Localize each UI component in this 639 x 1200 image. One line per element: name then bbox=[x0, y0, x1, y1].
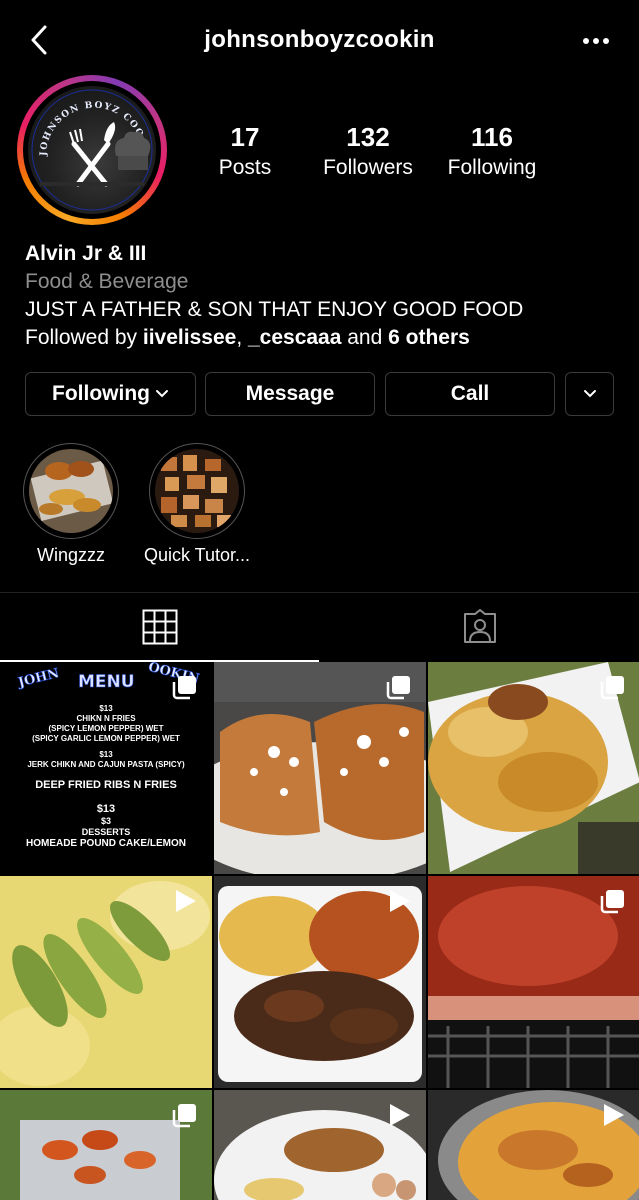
stat-following[interactable]: 116 Following bbox=[427, 120, 557, 182]
followed-by[interactable]: Followed by iivelissee, _cescaaa and 6 o… bbox=[25, 324, 625, 352]
carousel-icon bbox=[600, 890, 624, 914]
bio-text: JUST A FATHER & SON THAT ENJOY GOOD FOOD bbox=[25, 298, 524, 321]
post-platter[interactable] bbox=[214, 876, 426, 1088]
post-mac-and-cheese[interactable] bbox=[428, 662, 639, 874]
profile-header: johnsonboyzcookin bbox=[0, 0, 639, 80]
highlight-quick-tutorial[interactable]: Quick Tutor... bbox=[144, 443, 250, 565]
post-eggs-avocado[interactable] bbox=[0, 876, 212, 1088]
message-button[interactable]: Message bbox=[205, 372, 375, 416]
posts-label: Posts bbox=[218, 156, 272, 179]
grid-icon bbox=[142, 609, 177, 645]
highlight-cover bbox=[155, 449, 239, 533]
followed-user-link[interactable]: iivelissee bbox=[143, 326, 236, 349]
video-icon bbox=[176, 890, 196, 912]
post-chicken-plate[interactable] bbox=[214, 1090, 426, 1200]
profile-stats: 17 Posts 132 Followers 116 Following bbox=[190, 120, 630, 190]
post-wings-foil[interactable] bbox=[0, 1090, 212, 1200]
carousel-icon bbox=[386, 676, 410, 700]
followers-count: 132 bbox=[346, 122, 390, 152]
following-label: Following bbox=[447, 156, 537, 179]
tagged-person-icon bbox=[463, 609, 496, 643]
profile-username: johnsonboyzcookin bbox=[204, 26, 435, 53]
post-casserole[interactable] bbox=[428, 1090, 639, 1200]
post-french-toast[interactable] bbox=[214, 662, 426, 874]
carousel-icon bbox=[600, 676, 624, 700]
video-icon bbox=[604, 1104, 624, 1126]
following-count: 116 bbox=[471, 122, 513, 152]
display-name: Alvin Jr & III bbox=[25, 242, 147, 265]
chevron-down-icon bbox=[155, 390, 168, 398]
call-button[interactable]: Call bbox=[385, 372, 555, 416]
highlight-cover bbox=[29, 449, 113, 533]
followed-user-link[interactable]: _cescaaa bbox=[248, 326, 341, 349]
more-horizontal-icon bbox=[583, 38, 609, 44]
profile-bio: Alvin Jr & III Food & Beverage JUST A FA… bbox=[25, 240, 625, 352]
stat-followers[interactable]: 132 Followers bbox=[303, 120, 433, 182]
suggested-accounts-button[interactable] bbox=[565, 372, 614, 416]
svg-text:JOHN: JOHN bbox=[16, 666, 61, 691]
video-icon bbox=[390, 890, 410, 912]
profile-tabs bbox=[0, 592, 639, 662]
posts-count: 17 bbox=[230, 122, 260, 152]
post-oven-dish[interactable] bbox=[428, 876, 639, 1088]
highlight-label: Quick Tutor... bbox=[143, 545, 251, 565]
avatar-logo: JOHNSON BOYZ COOKING bbox=[28, 86, 153, 211]
menu-heading: MENU bbox=[78, 672, 135, 693]
more-options-button[interactable] bbox=[579, 26, 613, 56]
story-ring[interactable]: JOHNSON BOYZ COOKING bbox=[17, 75, 167, 225]
post-menu[interactable]: JOHN OOKIN MENU $13 CHIKN N FRIES (SPICY… bbox=[0, 662, 212, 874]
avatar: JOHNSON BOYZ COOKING bbox=[28, 86, 156, 214]
tab-posts-grid[interactable] bbox=[0, 593, 319, 661]
highlight-wingzzz[interactable]: Wingzzz bbox=[21, 443, 121, 565]
highlight-label: Wingzzz bbox=[36, 545, 105, 565]
carousel-icon bbox=[172, 676, 196, 700]
chevron-down-icon bbox=[583, 390, 596, 398]
followed-others-link[interactable]: 6 others bbox=[388, 326, 470, 349]
carousel-icon bbox=[172, 1104, 196, 1128]
followers-label: Followers bbox=[323, 156, 413, 179]
tab-tagged[interactable] bbox=[320, 593, 639, 661]
video-icon bbox=[390, 1104, 410, 1126]
stat-posts[interactable]: 17 Posts bbox=[180, 120, 310, 182]
category-label: Food & Beverage bbox=[25, 270, 189, 293]
following-button[interactable]: Following bbox=[25, 372, 196, 416]
